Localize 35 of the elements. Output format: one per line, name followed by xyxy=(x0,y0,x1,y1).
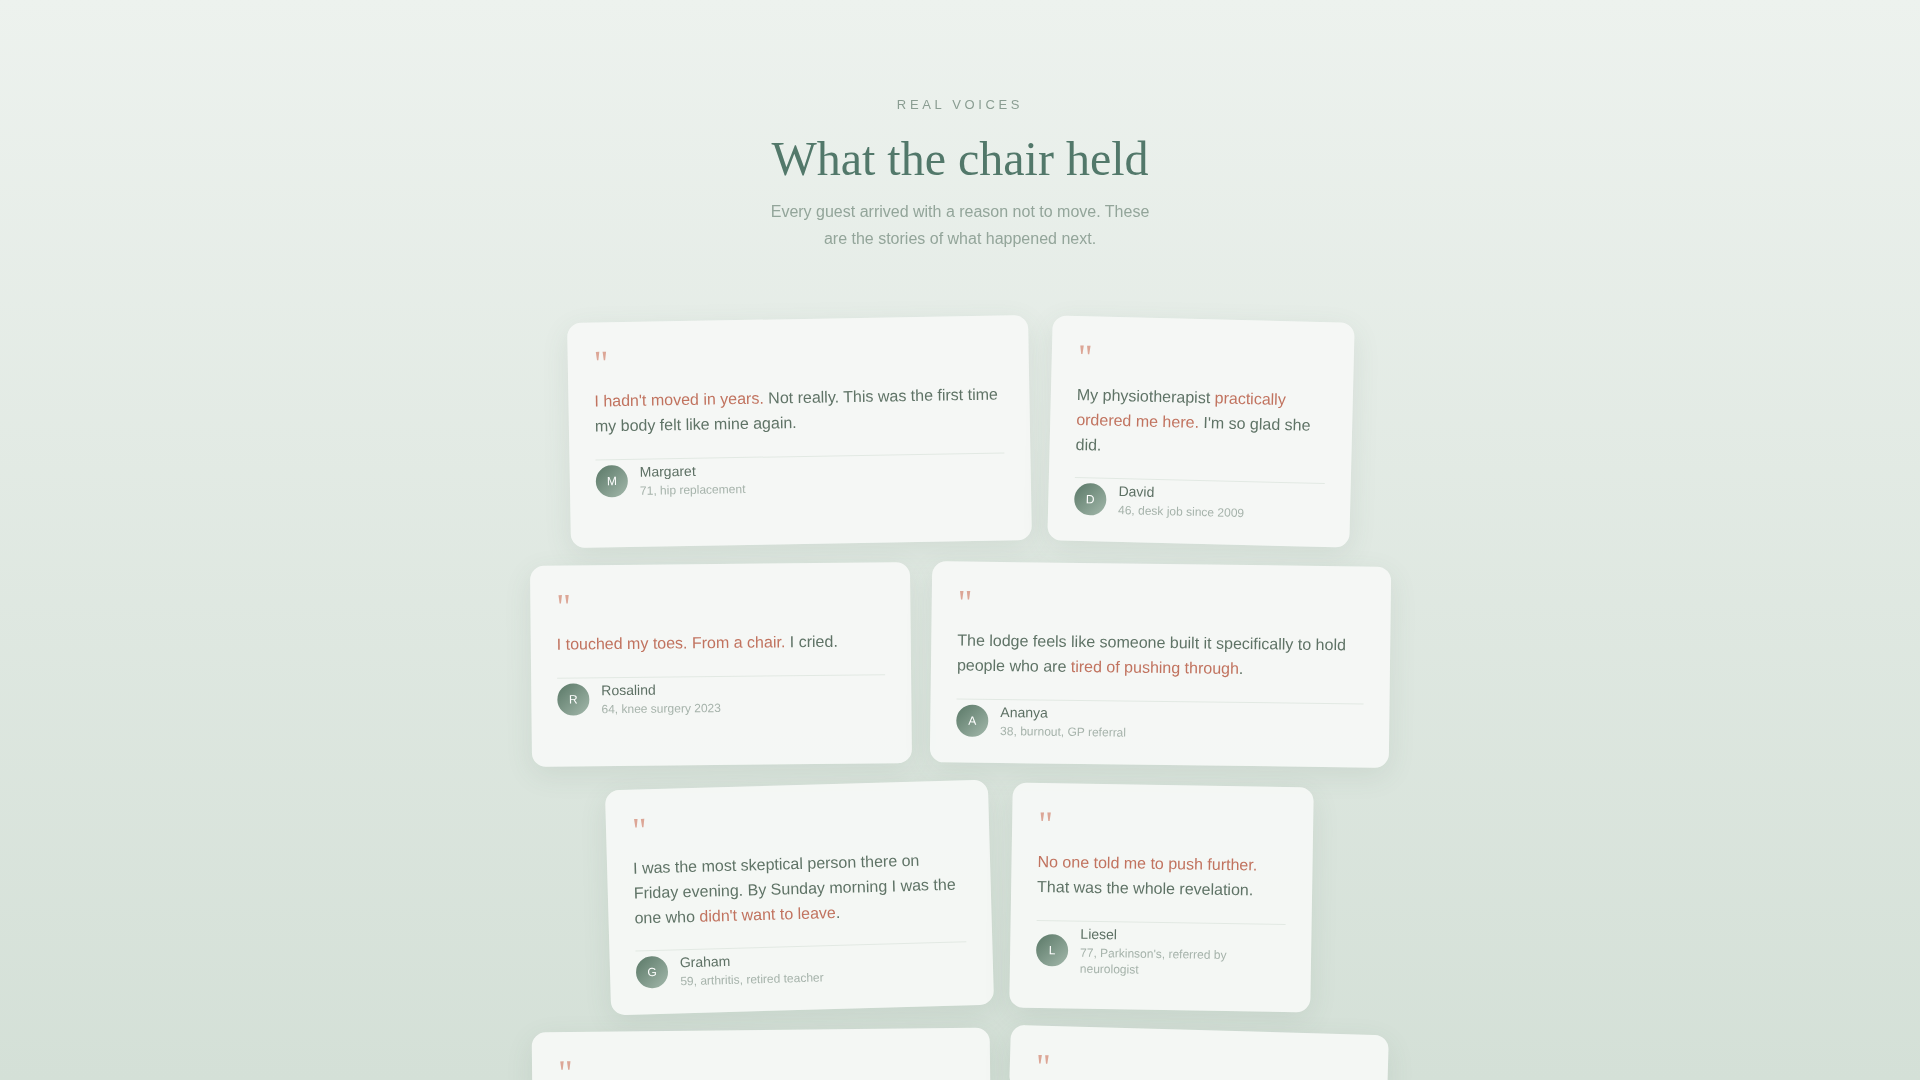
quote-text: I touched my toes. From a chair. I cried. xyxy=(556,632,839,656)
quote-mark: " xyxy=(593,349,608,364)
avatar: G xyxy=(635,956,669,989)
section-subtitle: Every guest arrived with a reason not to move. These are the stories of what happened next. xyxy=(769,202,1151,249)
quote-text: I was the most skeptical person there on Friday evening. By Sunday morning I was the one who didn't want to leave. xyxy=(632,850,957,929)
avatar: D xyxy=(1073,483,1107,517)
quote-text: My physiotherapist practically ordered me here. I'm so glad she did. xyxy=(1074,384,1312,456)
quote-text: I hadn't moved in years. Not really. This was the first time my body felt like mine again. xyxy=(593,384,999,437)
author-name: Ananya xyxy=(999,703,1049,723)
author-name: Liesel xyxy=(1080,924,1119,944)
author-detail: 59, arthritis, retired teacher xyxy=(680,969,824,990)
quote-mark: " xyxy=(957,588,973,604)
author-name: David xyxy=(1117,482,1155,503)
quote-text: The lodge feels like someone built it specifically to hold people who are tired of pushing through. xyxy=(956,630,1347,680)
avatar: A xyxy=(955,704,988,737)
quote-mark: " xyxy=(557,1059,573,1074)
quote-mark: " xyxy=(1035,1052,1051,1068)
quote-mark: " xyxy=(1077,342,1093,358)
quote-mark: " xyxy=(555,592,571,608)
section-eyebrow: REAL VOICES xyxy=(896,96,1024,114)
author-name: Margaret xyxy=(639,461,697,481)
quote-text: No one told me to push further. That was the whole revelation. xyxy=(1036,852,1259,901)
author-detail: 38, burnout, GP referral xyxy=(999,723,1126,741)
author-detail: 64, knee surgery 2023 xyxy=(600,700,721,718)
avatar: R xyxy=(556,683,590,716)
author-name: Rosalind xyxy=(600,680,657,700)
quote-mark: " xyxy=(631,816,647,831)
avatar: L xyxy=(1035,933,1069,967)
avatar: M xyxy=(595,464,628,498)
author-detail: 71, hip replacement xyxy=(639,480,746,499)
quote-mark: " xyxy=(1038,810,1054,825)
author-detail: 77, Parkinson's, referred by neurologist xyxy=(1079,944,1228,979)
author-detail: 46, desk job since 2009 xyxy=(1117,502,1244,522)
section-title: What the chair held xyxy=(771,131,1149,187)
author-name: Graham xyxy=(679,952,732,972)
